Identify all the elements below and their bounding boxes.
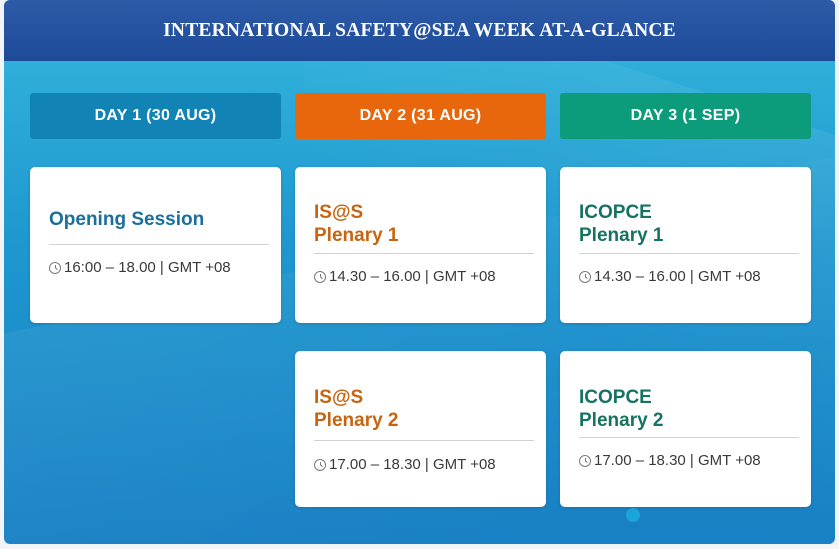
day-tab-label: DAY 2 (31 AUG) [359, 107, 482, 124]
divider [314, 253, 534, 254]
session-time: 14.30 – 16.00 | GMT +08 [314, 268, 538, 285]
session-card-isas-plenary-2[interactable]: IS@S Plenary 2 17.00 – 18.30 | GMT +08 [295, 351, 546, 507]
session-time: 17.00 – 18.30 | GMT +08 [314, 456, 538, 473]
day-tab-2[interactable]: DAY 2 (31 AUG) [295, 93, 546, 139]
header-bar: INTERNATIONAL SAFETY@SEA WEEK AT-A-GLANC… [4, 0, 835, 61]
session-time: 14.30 – 16.00 | GMT +08 [579, 268, 803, 285]
divider [49, 244, 269, 245]
page-title: INTERNATIONAL SAFETY@SEA WEEK AT-A-GLANC… [163, 19, 676, 41]
session-card-opening[interactable]: Opening Session 16:00 – 18.00 | GMT +08 [30, 167, 281, 323]
session-time-text: 14.30 – 16.00 | GMT +08 [329, 268, 496, 285]
session-time-text: 14.30 – 16.00 | GMT +08 [594, 268, 761, 285]
session-title: ICOPCE Plenary 2 [579, 387, 664, 431]
session-title: ICOPCE Plenary 1 [579, 202, 664, 246]
session-card-icopce-plenary-2[interactable]: ICOPCE Plenary 2 17.00 – 18.30 | GMT +08 [560, 351, 811, 507]
day-tab-label: DAY 1 (30 AUG) [94, 107, 217, 124]
day-tab-label: DAY 3 (1 SEP) [630, 107, 741, 124]
session-title: Opening Session [49, 209, 205, 230]
session-card-isas-plenary-1[interactable]: IS@S Plenary 1 14.30 – 16.00 | GMT +08 [295, 167, 546, 323]
session-time-text: 17.00 – 18.30 | GMT +08 [594, 452, 761, 469]
clock-icon [49, 261, 61, 274]
divider [579, 437, 799, 438]
session-time-text: 16:00 – 18.00 | GMT +08 [64, 259, 231, 276]
clock-icon [579, 454, 591, 467]
session-time-text: 17.00 – 18.30 | GMT +08 [329, 456, 496, 473]
session-time: 16:00 – 18.00 | GMT +08 [49, 259, 273, 276]
clock-icon [314, 270, 326, 283]
session-title: IS@S Plenary 1 [314, 202, 399, 246]
decorative-dot [626, 508, 640, 522]
session-title: IS@S Plenary 2 [314, 387, 399, 431]
clock-icon [314, 458, 326, 471]
clock-icon [579, 270, 591, 283]
session-time: 17.00 – 18.30 | GMT +08 [579, 452, 803, 469]
divider [314, 440, 534, 441]
day-tab-1[interactable]: DAY 1 (30 AUG) [30, 93, 281, 139]
divider [579, 253, 799, 254]
session-card-icopce-plenary-1[interactable]: ICOPCE Plenary 1 14.30 – 16.00 | GMT +08 [560, 167, 811, 323]
day-tab-3[interactable]: DAY 3 (1 SEP) [560, 93, 811, 139]
